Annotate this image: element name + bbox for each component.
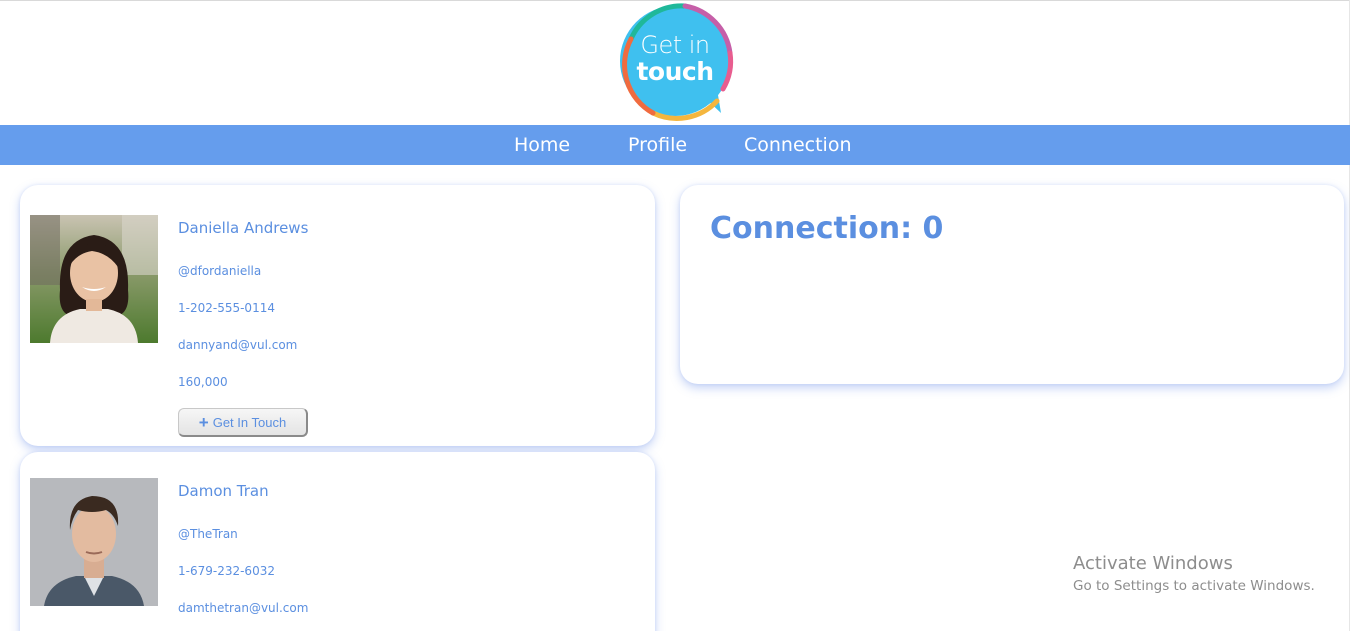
get-in-touch-label: Get In Touch [212,414,287,430]
profile-handle: @TheTran [178,527,238,541]
logo[interactable]: Get in touch [613,1,737,123]
avatar [30,215,158,343]
profile-card: Daniella Andrews @dfordaniella 1-202-555… [20,185,655,446]
connection-panel: Connection: 0 [680,185,1344,384]
profile-phone: 1-679-232-6032 [178,564,275,578]
profile-followers: 160,000 [178,375,228,389]
nav-item-profile[interactable]: Profile [628,134,687,156]
profile-name: Daniella Andrews [178,219,309,237]
connection-count-title: Connection: 0 [710,211,944,246]
profile-phone: 1-202-555-0114 [178,301,275,315]
nav-bar: Home Profile Connection [0,125,1350,165]
profile-email: dannyand@vul.com [178,338,298,352]
avatar-woman-photo [30,215,158,343]
avatar-man-photo [30,478,158,606]
activate-windows-subtitle: Go to Settings to activate Windows. [1073,578,1315,594]
logo-text-line1: Get in [640,31,710,59]
plus-icon: + [198,412,209,432]
profile-handle: @dfordaniella [178,264,262,278]
get-in-touch-button[interactable]: + Get In Touch [178,408,308,437]
avatar [30,478,158,606]
profile-email: damthetran@vul.com [178,601,309,615]
profile-card: Damon Tran @TheTran 1-679-232-6032 damth… [20,452,655,631]
nav-item-home[interactable]: Home [514,134,570,156]
nav-item-connection[interactable]: Connection [744,134,852,156]
activate-windows-title: Activate Windows [1073,553,1233,574]
logo-text-line2: touch [636,57,714,86]
profile-name: Damon Tran [178,482,269,500]
